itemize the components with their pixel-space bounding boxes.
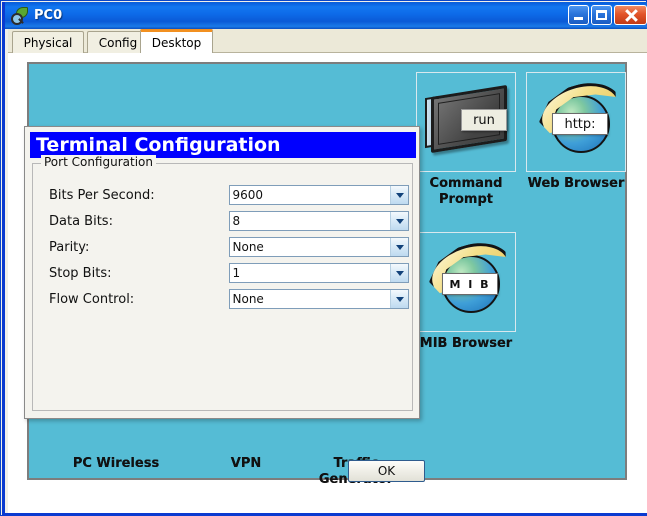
tab-desktop[interactable]: Desktop bbox=[140, 29, 213, 53]
data-bits-select[interactable]: 8 bbox=[228, 211, 409, 231]
window-controls bbox=[568, 5, 647, 25]
vpn-label: VPN bbox=[230, 456, 262, 471]
bits-per-second-select[interactable]: 9600 bbox=[228, 185, 409, 205]
field-row-data-bits: Data Bits: 8 bbox=[49, 211, 409, 231]
mib-browser-icon[interactable]: M I B bbox=[416, 232, 516, 332]
ok-button[interactable]: OK bbox=[348, 460, 425, 482]
data-bits-value: 8 bbox=[232, 214, 241, 228]
field-row-bits-per-second: Bits Per Second: 9600 bbox=[49, 185, 409, 205]
flow-control-select[interactable]: None bbox=[228, 289, 409, 309]
maximize-button[interactable] bbox=[591, 5, 612, 25]
tab-physical-label: Physical bbox=[23, 35, 73, 50]
bits-per-second-value: 9600 bbox=[232, 188, 264, 202]
parity-value: None bbox=[232, 240, 264, 254]
mib-badge: M I B bbox=[442, 273, 498, 295]
pc0-window: PC0 Physical Config Desktop run Command … bbox=[0, 0, 647, 516]
window-titlebar: PC0 bbox=[5, 2, 647, 29]
parity-select[interactable]: None bbox=[228, 237, 409, 257]
chevron-down-icon[interactable] bbox=[390, 238, 408, 256]
desktop-icon-web-browser[interactable]: http: Web Browser bbox=[525, 72, 627, 192]
bits-per-second-label: Bits Per Second: bbox=[49, 187, 155, 203]
command-prompt-icon[interactable]: run bbox=[416, 72, 516, 172]
data-bits-label: Data Bits: bbox=[49, 213, 113, 229]
http-badge: http: bbox=[552, 113, 608, 135]
desktop-icon-mib-browser[interactable]: M I B MIB Browser bbox=[415, 232, 517, 352]
tab-content-desktop: run Command Prompt http: Web Browser M I… bbox=[8, 53, 647, 513]
globe-mib-icon: M I B bbox=[426, 243, 508, 319]
tab-desktop-label: Desktop bbox=[151, 35, 202, 50]
tab-config-label: Config bbox=[98, 35, 138, 50]
flow-control-value: None bbox=[232, 292, 264, 306]
web-browser-label: Web Browser bbox=[527, 176, 625, 191]
chevron-down-icon[interactable] bbox=[390, 264, 408, 282]
close-button[interactable] bbox=[614, 5, 647, 25]
globe-http-icon: http: bbox=[536, 83, 618, 159]
minimize-button[interactable] bbox=[568, 5, 589, 25]
web-browser-icon[interactable]: http: bbox=[526, 72, 626, 172]
desktop-icon-command-prompt[interactable]: run Command Prompt bbox=[415, 72, 517, 208]
chevron-down-icon[interactable] bbox=[390, 186, 408, 204]
window-title: PC0 bbox=[34, 8, 63, 23]
port-configuration-legend: Port Configuration bbox=[41, 155, 156, 169]
chevron-down-icon[interactable] bbox=[390, 290, 408, 308]
mib-browser-label: MIB Browser bbox=[419, 336, 513, 351]
pc-wireless-label: PC Wireless bbox=[72, 456, 160, 471]
stop-bits-label: Stop Bits: bbox=[49, 265, 112, 281]
stop-bits-select[interactable]: 1 bbox=[228, 263, 409, 283]
field-row-parity: Parity: None bbox=[49, 237, 409, 257]
field-row-flow-control: Flow Control: None bbox=[49, 289, 409, 309]
monitor-run-icon: run bbox=[425, 84, 509, 154]
field-row-stop-bits: Stop Bits: 1 bbox=[49, 263, 409, 283]
parity-label: Parity: bbox=[49, 239, 90, 255]
chevron-down-icon[interactable] bbox=[390, 212, 408, 230]
run-badge: run bbox=[461, 109, 507, 131]
window-frame: PC0 Physical Config Desktop run Command … bbox=[2, 2, 647, 516]
magnifier-leaf-icon bbox=[10, 6, 28, 25]
terminal-configuration-dialog: Terminal Configuration Port Configuratio… bbox=[24, 126, 425, 482]
tab-bar: Physical Config Desktop bbox=[8, 29, 647, 53]
desktop-page: run Command Prompt http: Web Browser M I… bbox=[8, 53, 647, 490]
tab-physical[interactable]: Physical bbox=[12, 31, 84, 53]
command-prompt-label: Command Prompt bbox=[429, 176, 503, 207]
flow-control-label: Flow Control: bbox=[49, 291, 135, 307]
stop-bits-value: 1 bbox=[232, 266, 241, 280]
